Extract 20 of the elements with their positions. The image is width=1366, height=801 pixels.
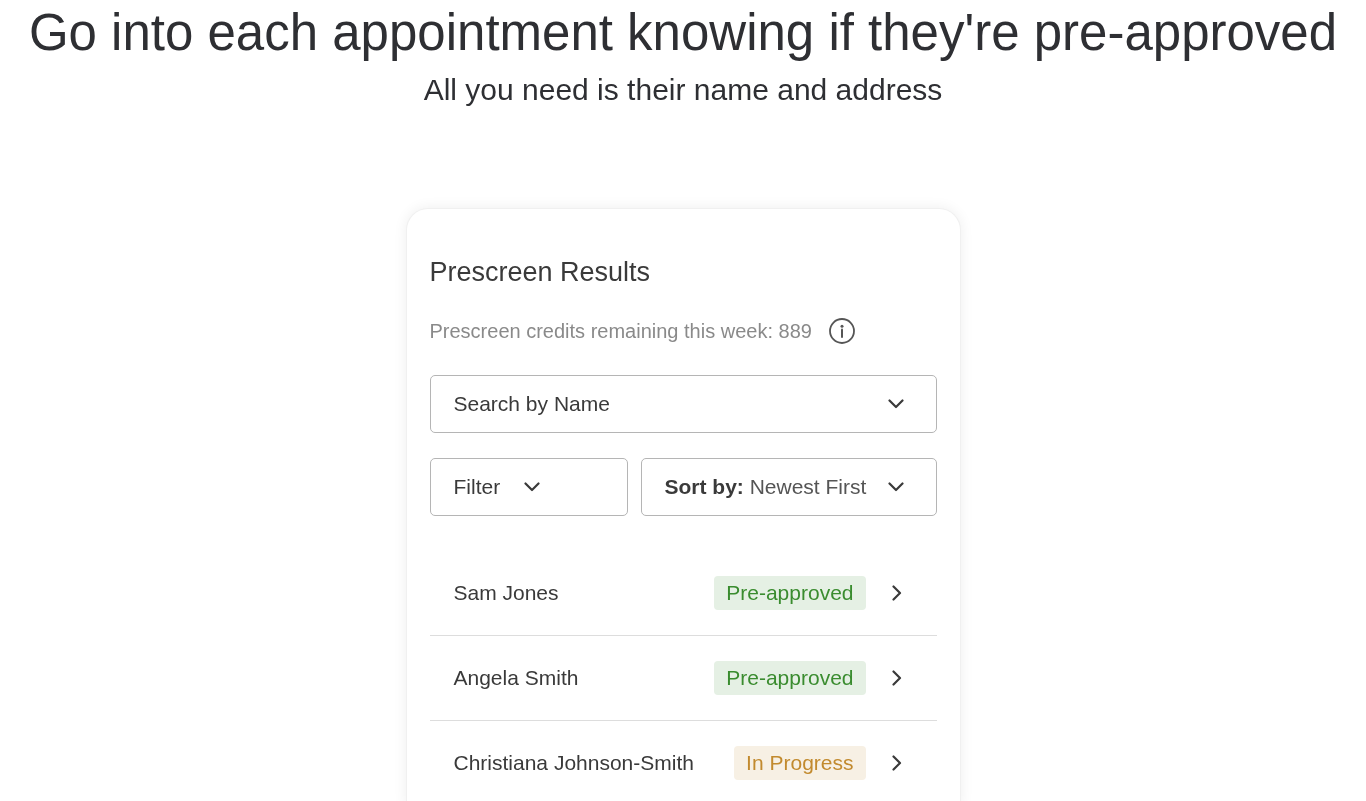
status-badge: In Progress xyxy=(734,746,866,780)
search-dropdown[interactable]: Search by Name xyxy=(429,375,937,433)
info-icon[interactable] xyxy=(828,318,855,344)
person-name: Angela Smith xyxy=(453,666,580,690)
chevron-right-icon[interactable] xyxy=(891,585,902,601)
person-name: Christiana Johnson-Smith xyxy=(453,751,695,775)
chevron-down-icon xyxy=(524,482,541,492)
person-name: Sam Jones xyxy=(453,581,560,605)
headline: Go into each appointment knowing if they're pre-approved xyxy=(28,3,1338,63)
chevron-down-icon xyxy=(887,482,904,492)
subheadline: All you need is their name and address xyxy=(423,72,943,108)
sort-dropdown[interactable]: Sort by: Newest First xyxy=(640,458,937,516)
filter-dropdown[interactable]: Filter xyxy=(429,458,628,516)
status-badge: Pre-approved xyxy=(714,576,866,610)
credits-text: Prescreen credits remaining this week: 889 xyxy=(429,319,812,344)
chevron-down-icon xyxy=(887,399,904,409)
chevron-right-icon[interactable] xyxy=(891,755,902,771)
card-title: Prescreen Results xyxy=(429,256,652,288)
status-badge: Pre-approved xyxy=(714,661,866,695)
chevron-right-icon[interactable] xyxy=(891,670,902,686)
